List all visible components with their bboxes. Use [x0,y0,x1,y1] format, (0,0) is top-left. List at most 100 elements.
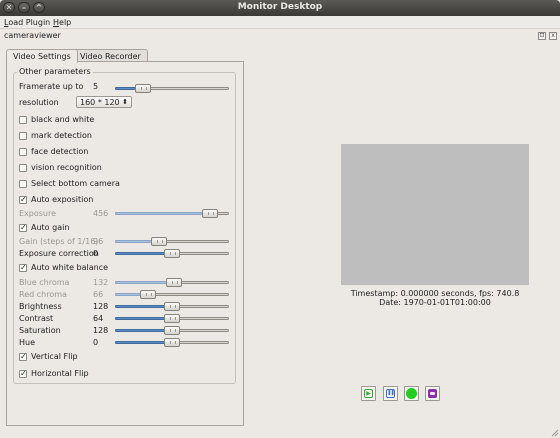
menu-bar: Load Plugin Help [0,16,560,29]
resize-grip-icon[interactable] [551,429,559,437]
checkbox-box[interactable] [19,164,27,172]
dock-title: cameraviewer [4,31,61,40]
check-icon: ✓ [20,352,27,361]
framerate-slider[interactable] [115,84,229,93]
slider-handle[interactable] [164,338,180,347]
checkbox-box[interactable] [19,132,27,140]
slider-handle[interactable] [164,249,180,258]
brightness-value: 128 [93,302,109,311]
blue-chroma-row: Blue chroma 132 [19,278,119,289]
menu-load-plugin-label: oad Plugin [8,18,51,27]
slider-fill [115,252,168,255]
record-button[interactable] [404,386,419,401]
snapshot-icon [428,389,437,398]
contrast-row: Contrast 64 [19,314,119,325]
chevron-down-icon: ⬍ [122,98,128,106]
window-title: Monitor Desktop [237,2,323,12]
hue-row: Hue 0 [19,338,119,349]
slider-handle[interactable] [151,237,167,246]
saturation-row: Saturation 128 [19,326,119,337]
checkbox-label: Auto gain [31,223,70,232]
framerate-value: 5 [93,82,99,91]
check-icon: ✓ [20,263,27,272]
slider-handle[interactable] [140,290,156,299]
dock-close-button[interactable]: x [549,32,557,40]
exposure-correction-row: Exposure correction 0 [19,249,119,260]
play-button[interactable]: ▶ [361,386,376,401]
framerate-label: Framerate up to [19,82,84,91]
window-titlebar: ✕ – ^ Monitor Desktop [0,0,560,16]
pause-icon: ❚❚ [386,389,395,398]
group-title: Other parameters [17,67,93,76]
resolution-selected: 160 * 120 [80,98,120,107]
checkbox-box[interactable]: ✓ [19,264,27,272]
hue-slider[interactable] [115,338,229,347]
contrast-value: 64 [93,314,104,323]
slider-fill [115,212,206,215]
tab-video-settings[interactable]: Video Settings [6,49,78,63]
menu-load-plugin[interactable]: Load Plugin [4,18,50,27]
brightness-label: Brightness [19,302,62,311]
checkbox-box[interactable] [19,116,27,124]
exposure-label: Exposure [19,209,57,218]
slider-handle[interactable] [164,302,180,311]
hue-value: 0 [93,338,99,347]
slider-fill [115,281,170,284]
date-text: Date: 1970-01-01T01:00:00 [379,298,491,307]
resolution-select[interactable]: 160 * 120 ⬍ [76,96,132,108]
slider-handle[interactable] [202,209,218,218]
red-chroma-slider[interactable] [115,290,229,299]
checkbox-box[interactable]: ✓ [19,353,27,361]
slider-handle[interactable] [164,326,180,335]
play-icon: ▶ [364,389,373,398]
pause-button[interactable]: ❚❚ [383,386,398,401]
brightness-row: Brightness 128 [19,302,119,313]
checkbox-box[interactable]: ✓ [19,370,27,378]
saturation-label: Saturation [19,326,61,335]
dock-float-button[interactable]: ⊡ [538,32,546,40]
menu-help-label: elp [59,18,72,27]
gain-slider[interactable] [115,237,229,246]
contrast-slider[interactable] [115,314,229,323]
check-icon: ✓ [20,369,27,378]
hue-label: Hue [19,338,36,347]
checkbox-label: vision recognition [31,163,102,172]
exposure-row: Exposure 456 [19,209,119,220]
dock-title-bar: cameraviewer ⊡ x [0,30,560,42]
blue-chroma-label: Blue chroma [19,278,70,287]
checkbox-box[interactable] [19,148,27,156]
checkbox-box[interactable]: ✓ [19,224,27,232]
brightness-slider[interactable] [115,302,229,311]
exposure-value: 456 [93,209,109,218]
slider-fill [115,317,168,320]
slider-handle[interactable] [166,278,182,287]
checkbox-box[interactable]: ✓ [19,196,27,204]
slider-fill [115,305,168,308]
checkbox-label: Auto exposition [31,195,94,204]
gain-label: Gain (steps of 1/16) [19,237,99,246]
check-icon: ✓ [20,195,27,204]
red-chroma-label: Red chroma [19,290,67,299]
slider-handle[interactable] [164,314,180,323]
checkbox-label: Select bottom camera [31,179,120,188]
blue-chroma-slider[interactable] [115,278,229,287]
menu-help[interactable]: Help [53,18,71,27]
timestamp-text: Timestamp: 0.000000 seconds, fps: 740.8 [350,289,520,298]
slider-fill [115,341,168,344]
exposure-slider[interactable] [115,209,229,218]
checkbox-label: black and white [31,115,95,124]
checkbox-label: Horizontal Flip [31,369,89,378]
saturation-value: 128 [93,326,109,335]
blue-chroma-value: 132 [93,278,109,287]
exposure-correction-slider[interactable] [115,249,229,258]
gain-row: Gain (steps of 1/16) 96 [19,237,119,248]
slider-handle[interactable] [135,84,151,93]
snapshot-button[interactable] [425,386,440,401]
saturation-slider[interactable] [115,326,229,335]
slider-fill [115,240,155,243]
resolution-label: resolution [19,98,59,107]
snapshot-icon-lens [430,392,435,395]
slider-fill [115,329,168,332]
checkbox-box[interactable] [19,180,27,188]
exposure-correction-value: 0 [93,249,99,258]
